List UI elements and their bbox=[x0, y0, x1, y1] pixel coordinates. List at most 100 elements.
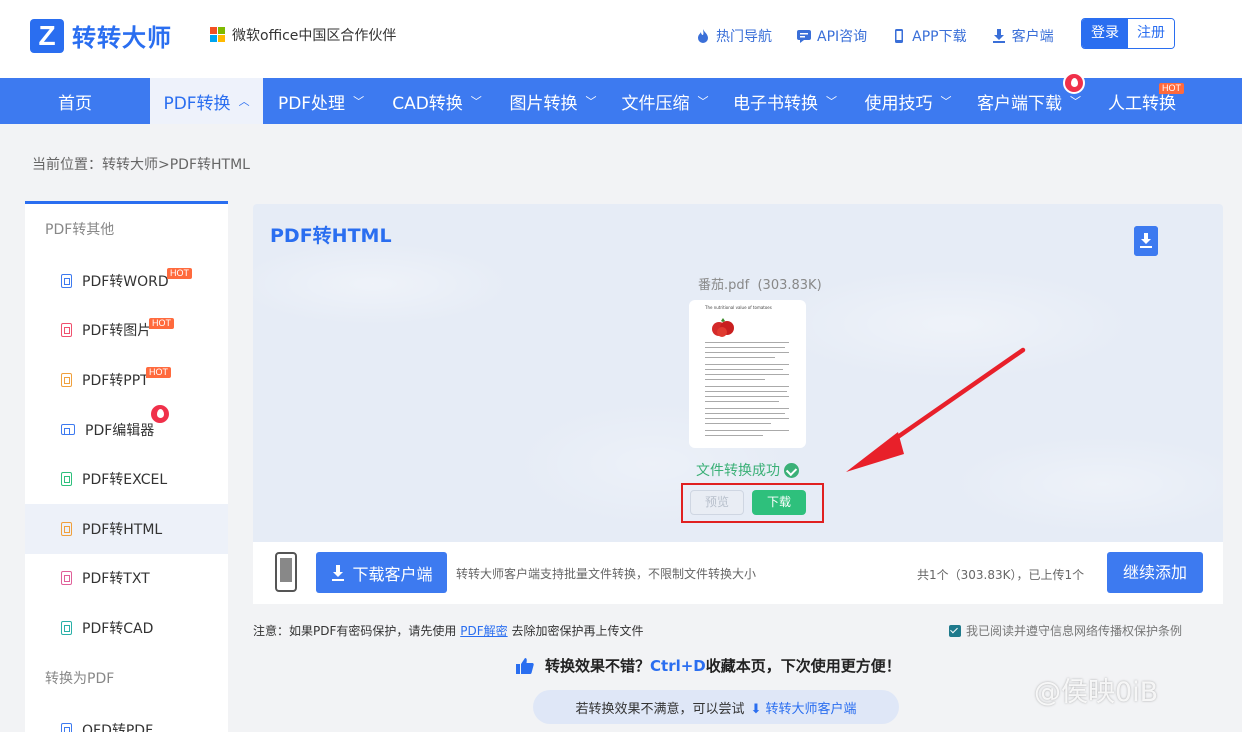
sidebar-group-to-pdf: 转换为PDF bbox=[45, 670, 115, 687]
chevron-down-icon: ﹀ bbox=[940, 95, 952, 108]
download-icon: ⬇ bbox=[750, 701, 766, 717]
checkbox-checked-icon[interactable] bbox=[949, 624, 961, 637]
sidebar-item-label: PDF转HTML bbox=[82, 521, 163, 538]
sidebar-item-pdf-to-word[interactable]: PDF转WORD HOT bbox=[25, 256, 228, 306]
nav-pdf-convert[interactable]: PDF转换 ︿ bbox=[150, 78, 263, 124]
nav-home[interactable]: 首页 bbox=[0, 78, 150, 124]
sidebar-group-pdf-to-other: PDF转其他 bbox=[45, 222, 115, 238]
txt-document-icon bbox=[61, 571, 72, 586]
partner-label: 微软office中国区合作伙伴 bbox=[210, 25, 396, 45]
api-label: API咨询 bbox=[817, 29, 868, 45]
hot-badge: HOT bbox=[149, 317, 174, 329]
client-link[interactable]: 客户端 bbox=[991, 26, 1054, 46]
nav-manual-convert[interactable]: 人工转换 HOT bbox=[1093, 78, 1191, 124]
nav-client-download-label: 客户端下载 bbox=[977, 93, 1062, 114]
nav-image-convert-label: 图片转换 bbox=[509, 93, 578, 114]
thumbs-up-icon bbox=[516, 657, 534, 674]
ppt-document-icon bbox=[61, 372, 72, 387]
sidebar-item-pdf-to-html[interactable]: PDF转HTML bbox=[25, 503, 228, 554]
partner-text: 微软office中国区合作伙伴 bbox=[232, 28, 397, 44]
hot-nav-link[interactable]: 热门导航 bbox=[695, 26, 772, 46]
nav-image-convert[interactable]: 图片转换 ﹀ bbox=[495, 78, 611, 124]
sidebar-item-label: PDF转EXCEL bbox=[82, 472, 168, 489]
client-link-label: 转转大师客户端 bbox=[765, 701, 857, 717]
image-document-icon bbox=[61, 323, 72, 338]
chat-icon bbox=[797, 30, 811, 43]
client-label: 客户端 bbox=[1011, 29, 1054, 45]
download-client-button[interactable]: 下载客户端 bbox=[316, 552, 447, 593]
auth-box: 登录 注册 bbox=[1081, 18, 1175, 49]
sidebar-item-pdf-to-excel[interactable]: PDF转EXCEL bbox=[25, 454, 228, 504]
download-icon bbox=[992, 29, 1005, 43]
tip-shortcut: Ctrl+D bbox=[650, 656, 706, 675]
chevron-down-icon: ﹀ bbox=[470, 95, 482, 108]
top-links: 热门导航 API咨询 APP下载 客户端 bbox=[695, 26, 1078, 46]
tip-suffix: 收藏本页，下次使用更方便！ bbox=[705, 657, 901, 675]
notice-prefix: 注意：如果PDF有密码保护，请先使用 bbox=[253, 624, 457, 638]
client-link[interactable]: ⬇ 转转大师客户端 bbox=[750, 698, 856, 717]
sidebar-item-ofd-to-pdf[interactable]: OFD转PDF bbox=[25, 705, 228, 732]
hot-badge: HOT bbox=[146, 367, 171, 379]
sidebar-item-label: PDF转CAD bbox=[82, 620, 154, 637]
register-button[interactable]: 注册 bbox=[1128, 19, 1174, 48]
logo[interactable]: Z 转转大师 bbox=[30, 18, 172, 53]
upload-summary: 共1个（303.83K），已上传1个 bbox=[917, 568, 1085, 582]
app-download-link[interactable]: APP下载 bbox=[891, 26, 967, 46]
nav-home-label: 首页 bbox=[58, 93, 92, 114]
sidebar-item-label: PDF转图片 bbox=[82, 323, 152, 340]
nav-tips[interactable]: 使用技巧 ﹀ bbox=[851, 78, 965, 124]
login-button[interactable]: 登录 bbox=[1082, 19, 1128, 48]
sidebar-item-label: PDF转PPT bbox=[82, 372, 149, 389]
phone-icon bbox=[895, 29, 904, 43]
app-download-label: APP下载 bbox=[912, 29, 967, 45]
bookmark-tip: 转换效果不错？ Ctrl+D 收藏本页，下次使用更方便！ bbox=[515, 655, 901, 676]
chevron-down-icon: ﹀ bbox=[353, 95, 365, 108]
sidebar-item-label: PDF转WORD bbox=[82, 273, 169, 290]
pdf-decrypt-link[interactable]: PDF解密 bbox=[460, 624, 507, 638]
nav-cad-convert[interactable]: CAD转换 ﹀ bbox=[379, 78, 495, 124]
breadcrumb: 当前位置：转转大师>PDF转HTML bbox=[32, 157, 250, 173]
hot-nav-label: 热门导航 bbox=[716, 29, 772, 45]
nav-pdf-process-label: PDF处理 bbox=[277, 93, 346, 114]
password-notice: 注意：如果PDF有密码保护，请先使用 PDF解密 去除加密保护再上传文件 bbox=[253, 622, 643, 639]
sidebar: PDF转其他 PDF转WORD HOT PDF转图片 HOT PDF转PPT H… bbox=[25, 201, 228, 732]
sidebar-item-pdf-editor[interactable]: PDF编辑器 bbox=[25, 402, 228, 455]
client-note: 转转大师客户端支持批量文件转换，不限制文件转换大小 bbox=[456, 567, 757, 581]
nav-pdf-process[interactable]: PDF处理 ﹀ bbox=[263, 78, 379, 124]
logo-mark-icon: Z bbox=[30, 18, 64, 53]
fire-badge-icon bbox=[1063, 72, 1085, 94]
download-icon bbox=[332, 564, 345, 581]
chevron-down-icon: ﹀ bbox=[697, 95, 709, 108]
api-link[interactable]: API咨询 bbox=[796, 26, 867, 46]
chevron-down-icon: ﹀ bbox=[1070, 95, 1081, 108]
watermark: @侯映0iB bbox=[1034, 677, 1159, 708]
continue-add-button[interactable]: 继续添加 bbox=[1107, 552, 1203, 593]
download-client-label: 下载客户端 bbox=[352, 564, 433, 584]
sidebar-item-label: PDF编辑器 bbox=[85, 422, 155, 439]
agreement-label: 我已阅读并遵守信息网络传播权保护条例 bbox=[966, 624, 1183, 638]
sidebar-item-pdf-to-cad[interactable]: PDF转CAD bbox=[25, 603, 228, 653]
retry-banner: 若转换效果不满意，可以尝试 ⬇ 转转大师客户端 bbox=[533, 690, 899, 724]
action-bar: 下载客户端 转转大师客户端支持批量文件转换，不限制文件转换大小 共1个（303.… bbox=[253, 542, 1223, 604]
sidebar-item-pdf-to-txt[interactable]: PDF转TXT bbox=[25, 554, 228, 604]
document-icon bbox=[61, 273, 72, 288]
nav-cad-convert-label: CAD转换 bbox=[392, 93, 463, 114]
sidebar-item-pdf-to-image[interactable]: PDF转图片 HOT bbox=[25, 306, 228, 356]
nav-ebook-label: 电子书转换 bbox=[733, 93, 818, 114]
nav-compress-label: 文件压缩 bbox=[621, 93, 690, 114]
html-document-icon bbox=[61, 521, 72, 536]
hot-badge: HOT bbox=[1159, 83, 1184, 94]
nav-ebook[interactable]: 电子书转换 ﹀ bbox=[719, 78, 851, 124]
agreement-checkbox[interactable]: 我已阅读并遵守信息网络传播权保护条例 bbox=[949, 622, 1182, 639]
nav-compress[interactable]: 文件压缩 ﹀ bbox=[611, 78, 719, 124]
hot-badge: HOT bbox=[167, 268, 192, 279]
logo-text: 转转大师 bbox=[72, 24, 172, 52]
sidebar-item-label: OFD转PDF bbox=[82, 722, 154, 732]
notice-suffix: 去除加密保护再上传文件 bbox=[511, 624, 644, 638]
main-nav: 首页 PDF转换 ︿ PDF处理 ﹀ CAD转换 ﹀ 图片转换 ﹀ 文件压缩 ﹀… bbox=[0, 72, 1242, 124]
nav-client-download[interactable]: 客户端下载 ﹀ bbox=[965, 72, 1093, 124]
chevron-down-icon: ﹀ bbox=[826, 95, 837, 108]
red-arrow-annotation bbox=[846, 347, 1026, 472]
microsoft-logo-icon bbox=[210, 27, 226, 43]
sidebar-item-pdf-to-ppt[interactable]: PDF转PPT HOT bbox=[25, 355, 228, 405]
